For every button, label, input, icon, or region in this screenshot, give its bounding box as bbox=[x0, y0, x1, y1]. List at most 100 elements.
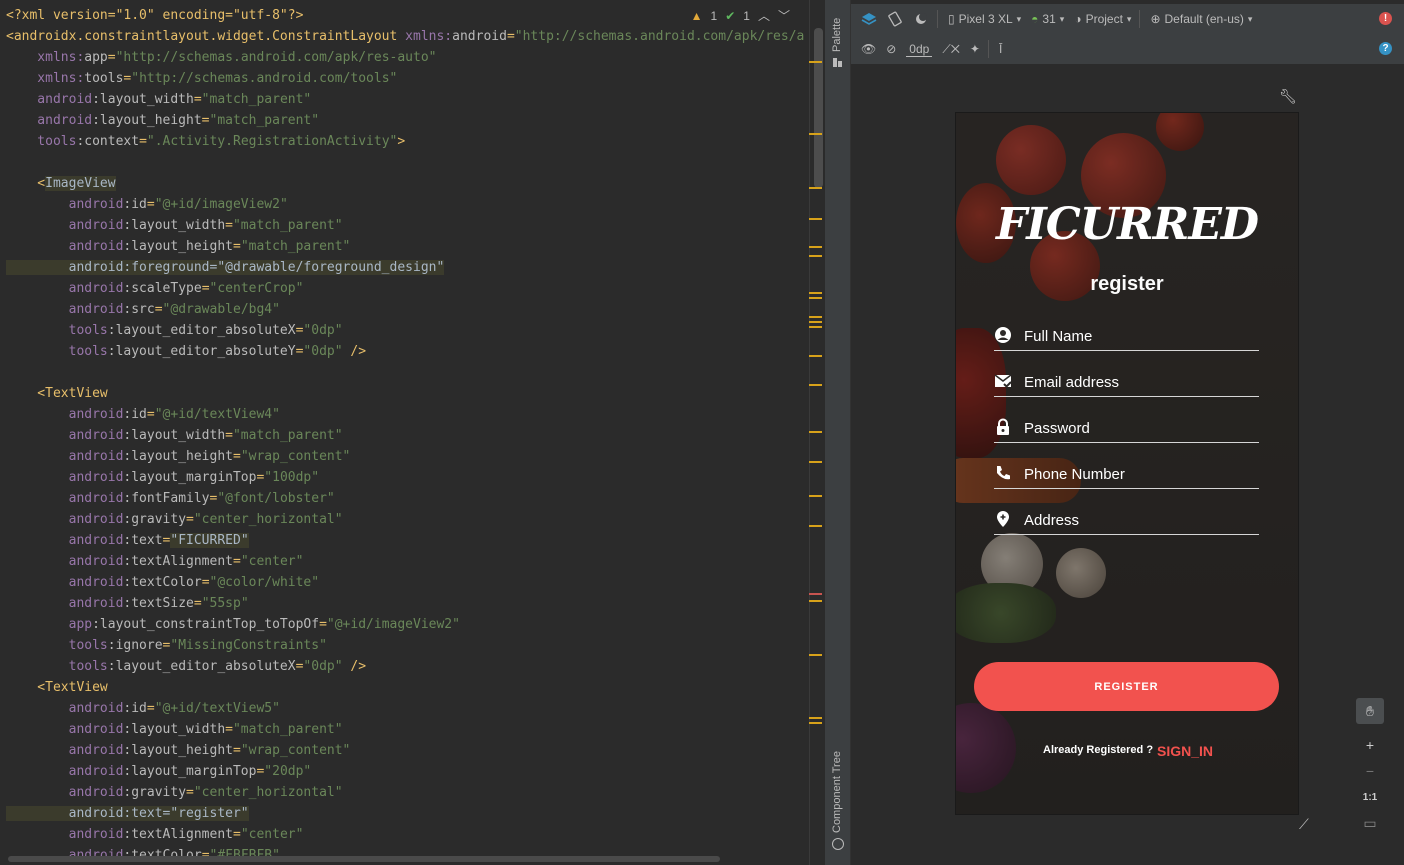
zoom-actual-size-button[interactable]: 1:1 bbox=[1356, 784, 1384, 810]
vertical-scrollbar[interactable] bbox=[814, 28, 823, 188]
code-line[interactable]: android:layout_width="match_parent" bbox=[6, 89, 804, 110]
code-line[interactable]: android:id="@+id/imageView2" bbox=[6, 194, 804, 215]
warning-marker[interactable] bbox=[809, 431, 822, 433]
warning-marker[interactable] bbox=[809, 133, 822, 135]
warning-marker[interactable] bbox=[809, 355, 822, 357]
view-options-icon[interactable]: 👁︎ bbox=[861, 42, 876, 56]
code-line[interactable]: android:fontFamily="@font/lobster" bbox=[6, 488, 804, 509]
code-line[interactable] bbox=[6, 362, 804, 383]
warning-marker[interactable] bbox=[809, 297, 822, 299]
clear-constraints-icon[interactable]: ⟋✕ bbox=[942, 42, 960, 57]
code-line[interactable]: <TextView bbox=[6, 677, 804, 698]
layers-icon[interactable] bbox=[861, 11, 877, 27]
inspection-widget[interactable]: ▲ 1 ✔ 1 ︿ ﹀ bbox=[691, 7, 790, 24]
night-mode-icon[interactable] bbox=[913, 11, 929, 27]
warning-marker[interactable] bbox=[809, 461, 822, 463]
code-line[interactable]: <androidx.constraintlayout.widget.Constr… bbox=[6, 26, 804, 47]
code-line[interactable]: android:layout_marginTop="100dp" bbox=[6, 467, 804, 488]
code-line[interactable] bbox=[6, 152, 804, 173]
warning-marker[interactable] bbox=[809, 321, 822, 323]
code-line[interactable]: xmlns:tools="http://schemas.android.com/… bbox=[6, 68, 804, 89]
password-field[interactable]: Password bbox=[994, 416, 1259, 443]
code-line[interactable]: <ImageView bbox=[6, 173, 804, 194]
code-line[interactable]: android:src="@drawable/bg4" bbox=[6, 299, 804, 320]
phone-field[interactable]: Phone Number bbox=[994, 462, 1259, 489]
email-field[interactable]: Email address bbox=[994, 370, 1259, 397]
resize-handle[interactable]: ⟋ bbox=[1299, 816, 1309, 833]
locale-selector[interactable]: ⊕ Default (en-us) ▾ bbox=[1150, 12, 1252, 26]
register-button[interactable]: REGISTER bbox=[974, 662, 1279, 711]
code-line[interactable]: android:id="@+id/textView4" bbox=[6, 404, 804, 425]
warning-marker[interactable] bbox=[809, 187, 822, 189]
warning-marker[interactable] bbox=[809, 255, 822, 257]
code-line[interactable]: android:layout_height="match_parent" bbox=[6, 236, 804, 257]
horizontal-scrollbar[interactable] bbox=[8, 856, 720, 862]
zoom-to-fit-icon[interactable]: ▭ bbox=[1356, 810, 1384, 836]
zoom-in-icon[interactable]: + bbox=[1356, 732, 1384, 758]
warning-marker[interactable] bbox=[809, 61, 822, 63]
warning-marker[interactable] bbox=[809, 722, 822, 724]
warning-marker[interactable] bbox=[809, 600, 822, 602]
code-line[interactable]: android:layout_height="wrap_content" bbox=[6, 446, 804, 467]
code-line[interactable]: android:scaleType="centerCrop" bbox=[6, 278, 804, 299]
code-line[interactable]: android:layout_height="wrap_content" bbox=[6, 740, 804, 761]
wrench-icon[interactable]: 🔧︎ bbox=[1279, 88, 1297, 105]
code-line[interactable]: android:id="@+id/textView5" bbox=[6, 698, 804, 719]
orientation-icon[interactable] bbox=[887, 11, 903, 27]
warning-marker[interactable] bbox=[809, 316, 822, 318]
autoconnect-icon[interactable]: ⊘ bbox=[886, 42, 896, 56]
code-line[interactable]: <?xml version="1.0" encoding="utf-8"?> bbox=[6, 5, 804, 26]
code-line[interactable]: android:text="FICURRED" bbox=[6, 530, 804, 551]
code-line[interactable]: android:layout_width="match_parent" bbox=[6, 215, 804, 236]
error-icon[interactable]: ! bbox=[1379, 12, 1392, 25]
code-line[interactable]: android:text="register" bbox=[6, 803, 804, 824]
code-line[interactable]: xmlns:app="http://schemas.android.com/ap… bbox=[6, 47, 804, 68]
warning-marker[interactable] bbox=[809, 654, 822, 656]
code-line[interactable]: android:gravity="center_horizontal" bbox=[6, 509, 804, 530]
warning-marker[interactable] bbox=[809, 218, 822, 220]
code-line[interactable]: tools:layout_editor_absoluteX="0dp" /> bbox=[6, 656, 804, 677]
code-line[interactable]: android:foreground="@drawable/foreground… bbox=[6, 257, 804, 278]
address-field[interactable]: Address bbox=[994, 508, 1259, 535]
error-marker[interactable] bbox=[809, 593, 822, 595]
code-line[interactable]: tools:layout_editor_absoluteY="0dp" /> bbox=[6, 341, 804, 362]
code-line[interactable]: android:textAlignment="center" bbox=[6, 824, 804, 845]
xml-code-editor[interactable]: <?xml version="1.0" encoding="utf-8"?> <a… bbox=[0, 0, 808, 865]
code-line[interactable]: android:textAlignment="center" bbox=[6, 551, 804, 572]
warning-marker[interactable] bbox=[809, 326, 822, 328]
sign-in-link[interactable]: SIGN_IN bbox=[1157, 743, 1213, 759]
warning-marker[interactable] bbox=[809, 717, 822, 719]
prev-highlight-icon[interactable]: ︿ bbox=[758, 7, 770, 24]
default-margin-selector[interactable]: 0dp bbox=[906, 42, 933, 57]
code-line[interactable]: <TextView bbox=[6, 383, 804, 404]
next-highlight-icon[interactable]: ﹀ bbox=[778, 7, 790, 24]
code-line[interactable]: tools:ignore="MissingConstraints" bbox=[6, 635, 804, 656]
code-line[interactable]: tools:context=".Activity.RegistrationAct… bbox=[6, 131, 804, 152]
full-name-field[interactable]: Full Name bbox=[994, 324, 1259, 351]
code-lines[interactable]: <?xml version="1.0" encoding="utf-8"?> <a… bbox=[6, 5, 804, 865]
component-tree-icon[interactable] bbox=[832, 838, 844, 850]
device-selector[interactable]: ▯ Pixel 3 XL ▾ bbox=[948, 12, 1021, 26]
warning-marker[interactable] bbox=[809, 384, 822, 386]
code-line[interactable]: android:layout_height="match_parent" bbox=[6, 110, 804, 131]
api-level-selector[interactable]: ◓ 31 ▾ bbox=[1031, 12, 1064, 26]
code-line[interactable]: android:textColor="#FBFBFB" bbox=[6, 845, 804, 865]
infer-constraints-icon[interactable]: ✦ bbox=[970, 42, 980, 56]
zoom-out-icon[interactable]: − bbox=[1356, 758, 1384, 784]
warning-marker[interactable] bbox=[809, 495, 822, 497]
palette-icon[interactable] bbox=[832, 55, 843, 67]
component-tree-tab[interactable]: Component Tree bbox=[831, 751, 843, 833]
palette-tab[interactable]: Palette bbox=[831, 18, 843, 52]
code-line[interactable]: android:textSize="55sp" bbox=[6, 593, 804, 614]
code-line[interactable]: tools:layout_editor_absoluteX="0dp" bbox=[6, 320, 804, 341]
code-line[interactable]: app:layout_constraintTop_toTopOf="@+id/i… bbox=[6, 614, 804, 635]
code-line[interactable]: android:layout_width="match_parent" bbox=[6, 719, 804, 740]
warning-marker[interactable] bbox=[809, 292, 822, 294]
theme-selector[interactable]: ◑ Project ▾ bbox=[1074, 12, 1131, 26]
design-canvas[interactable]: 🔧︎ FICURRED register Full Name Email add… bbox=[851, 64, 1404, 865]
code-line[interactable]: android:gravity="center_horizontal" bbox=[6, 782, 804, 803]
warning-marker[interactable] bbox=[809, 246, 822, 248]
code-line[interactable]: android:layout_marginTop="20dp" bbox=[6, 761, 804, 782]
pan-hand-icon[interactable]: ✋︎ bbox=[1356, 698, 1384, 724]
code-line[interactable]: android:textColor="@color/white" bbox=[6, 572, 804, 593]
